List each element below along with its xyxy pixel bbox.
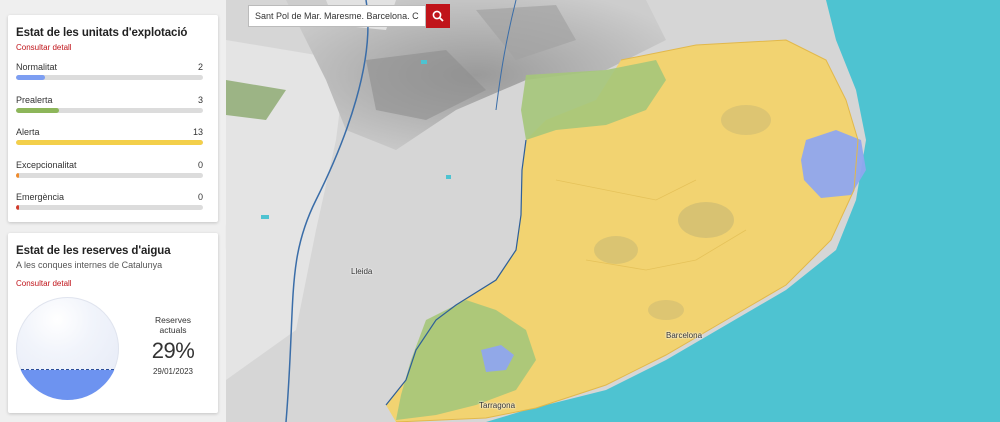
reserve-level-gauge — [16, 297, 119, 400]
stat-row-normalitat: Normalitat 2 — [16, 62, 203, 82]
units-card-title: Estat de les unitats d'explotació — [16, 27, 188, 39]
stat-label: Prealerta — [16, 95, 53, 105]
stat-bar — [16, 140, 203, 145]
reserve-label-2: actuals — [159, 325, 187, 335]
lake — [261, 215, 269, 219]
zone-patch — [594, 236, 638, 264]
water-reserves-card: Estat de les reserves d'aigua A les conq… — [8, 233, 218, 413]
map-label-tarragona: Tarragona — [479, 401, 516, 410]
stat-bar — [16, 205, 203, 210]
stat-bar — [16, 173, 203, 178]
map-canvas[interactable] — [226, 0, 1000, 422]
reserves-detail-link[interactable]: Consultar detall — [16, 279, 72, 288]
lake — [446, 175, 451, 179]
stat-bar-fill — [16, 173, 19, 178]
zone-patch — [721, 105, 771, 135]
map-view[interactable]: Lleida Barcelona Tarragona — [226, 0, 1000, 422]
reserve-summary: Reserves actuals 29% 29/01/2023 — [138, 315, 208, 376]
reserves-card-title: Estat de les reserves d'aigua — [16, 245, 171, 257]
stat-count: 13 — [192, 127, 203, 137]
stat-bar-fill — [16, 140, 203, 145]
reserve-label-1: Reserves — [155, 315, 191, 325]
search-input[interactable] — [248, 5, 426, 27]
location-search — [248, 4, 450, 28]
reserves-card-subtitle: A les conques internes de Catalunya — [16, 260, 163, 270]
stat-label: Excepcionalitat — [16, 160, 77, 170]
stat-label: Emergència — [16, 192, 65, 202]
lake — [421, 60, 427, 64]
stat-count: 0 — [197, 160, 203, 170]
search-button[interactable] — [426, 4, 450, 28]
stat-label: Normalitat — [16, 62, 58, 72]
units-detail-link[interactable]: Consultar detall — [16, 43, 72, 52]
reserve-percentage: 29% — [151, 338, 195, 363]
reserve-date: 29/01/2023 — [152, 367, 194, 376]
search-icon — [432, 10, 444, 22]
units-status-card: Estat de les unitats d'explotació Consul… — [8, 15, 218, 222]
reserve-water-line — [16, 369, 119, 371]
stat-row-prealerta: Prealerta 3 — [16, 95, 203, 115]
zone-patch — [648, 300, 684, 320]
side-panel: Estat de les unitats d'explotació Consul… — [0, 0, 226, 422]
stat-bar-fill — [16, 205, 19, 210]
map-label-barcelona: Barcelona — [666, 331, 703, 340]
reserve-water-fill — [16, 370, 119, 400]
stat-count: 3 — [197, 95, 203, 105]
stat-bar-fill — [16, 108, 60, 113]
stat-bar-fill — [16, 75, 45, 80]
stat-label: Alerta — [16, 127, 40, 137]
stat-bar — [16, 75, 203, 80]
stat-row-excepcionalitat: Excepcionalitat 0 — [16, 160, 203, 180]
map-label-lleida: Lleida — [351, 267, 373, 276]
stat-row-alerta: Alerta 13 — [16, 127, 203, 147]
stat-count: 2 — [197, 62, 203, 72]
stat-count: 0 — [197, 192, 203, 202]
stat-row-emergencia: Emergència 0 — [16, 192, 203, 212]
zone-patch — [678, 202, 734, 238]
stat-bar — [16, 108, 203, 113]
